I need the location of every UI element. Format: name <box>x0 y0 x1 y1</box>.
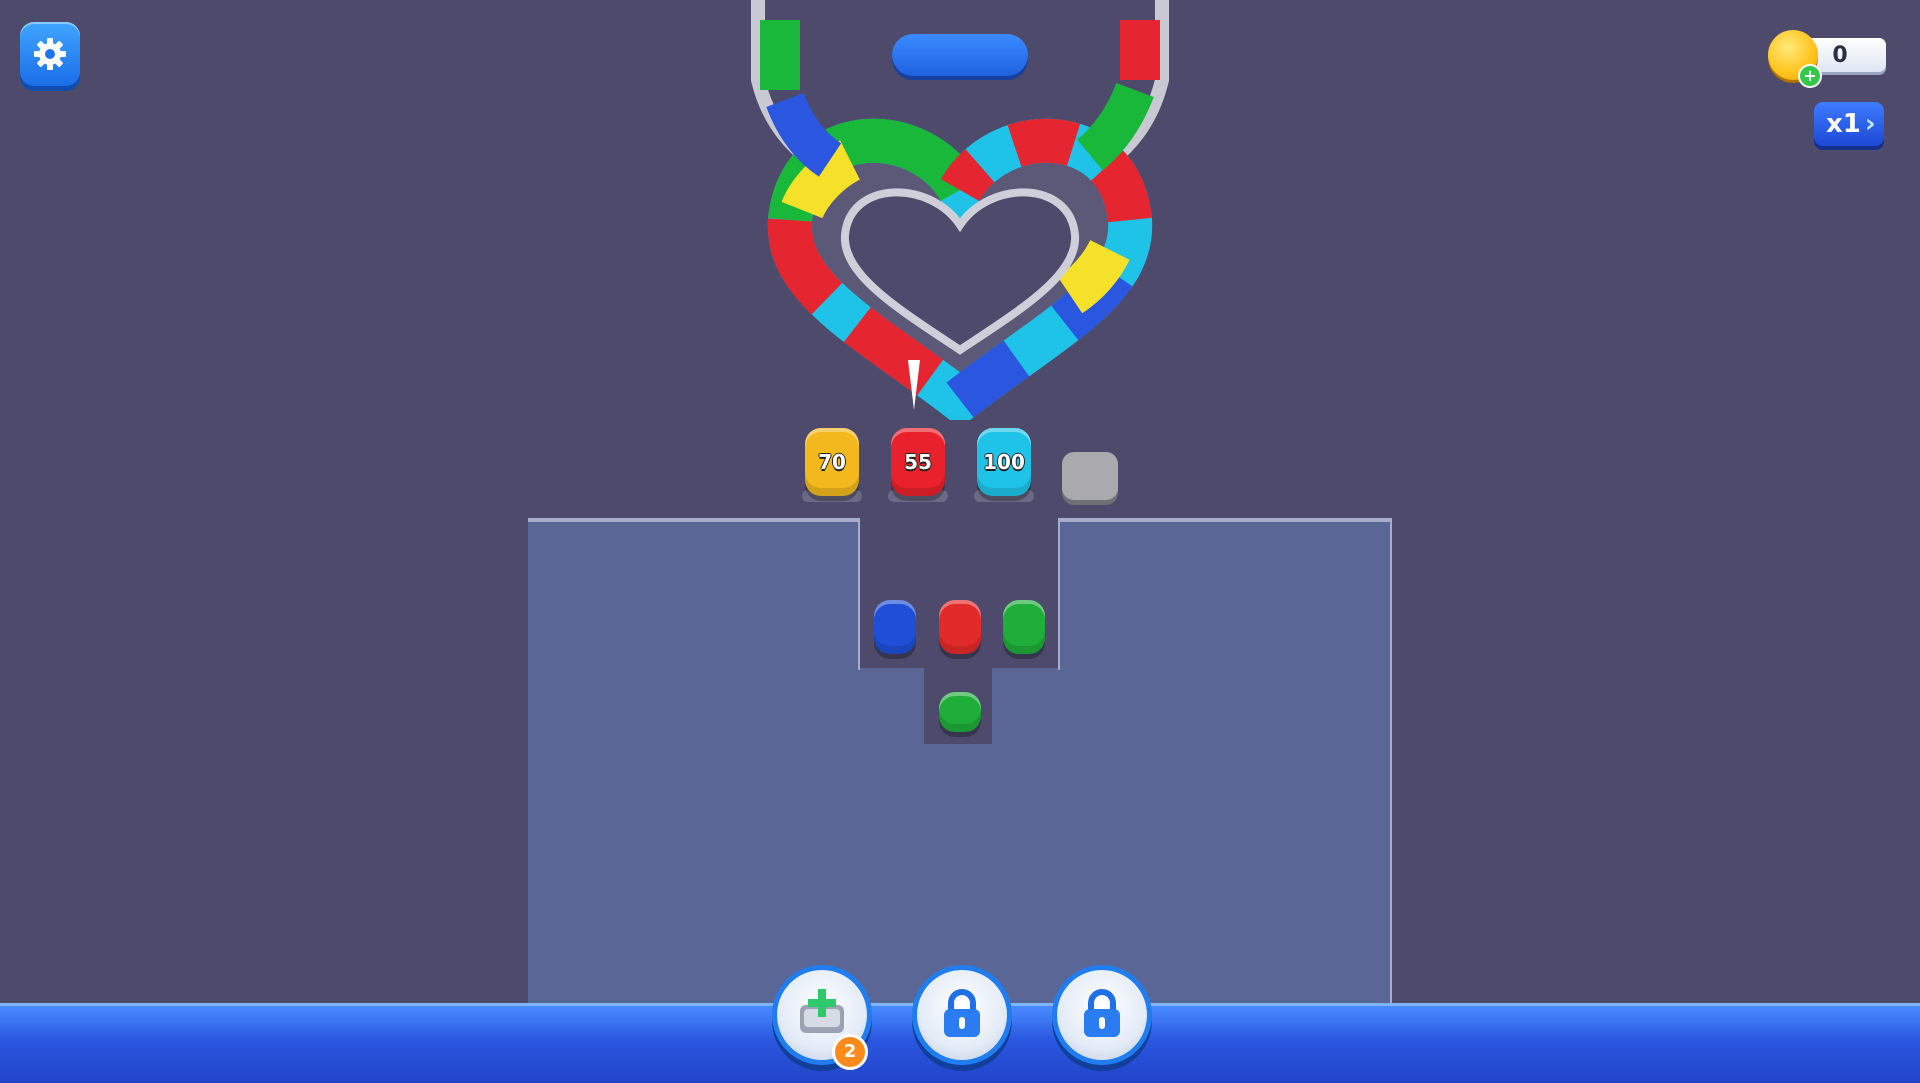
chevron-right-icon: › <box>1864 109 1876 139</box>
add-slot-icon <box>800 989 844 1033</box>
waiting-car-green[interactable] <box>1003 600 1045 654</box>
add-coins-button[interactable]: + <box>1798 64 1822 88</box>
locked-booster-button[interactable] <box>912 965 1012 1065</box>
queue-car-yellow[interactable]: 70 <box>805 428 859 496</box>
locked-booster-button[interactable] <box>1052 965 1152 1065</box>
queue-car-red[interactable]: 55 <box>891 428 945 496</box>
coin-count-text: 0 <box>1832 42 1848 68</box>
waiting-car-blue[interactable] <box>874 600 916 654</box>
speed-label: x1 <box>1826 109 1861 139</box>
queue-car-cyan[interactable]: 100 <box>977 428 1031 496</box>
waiting-car-red[interactable] <box>939 600 981 654</box>
lock-icon <box>1084 989 1120 1037</box>
booster-count-badge: 2 <box>832 1034 868 1070</box>
board-channel-lower <box>860 668 924 744</box>
gear-icon <box>34 38 66 70</box>
empty-queue-slot <box>1062 452 1118 500</box>
board-channel-lower <box>992 668 1058 744</box>
speed-button[interactable]: x1 › <box>1814 102 1884 146</box>
car-count: 55 <box>904 450 932 474</box>
lock-icon <box>944 989 980 1037</box>
heart-track <box>751 0 1169 420</box>
waiting-car-green[interactable] <box>939 692 981 732</box>
settings-button[interactable] <box>20 22 80 86</box>
car-count: 100 <box>983 450 1025 474</box>
car-count: 70 <box>818 450 846 474</box>
